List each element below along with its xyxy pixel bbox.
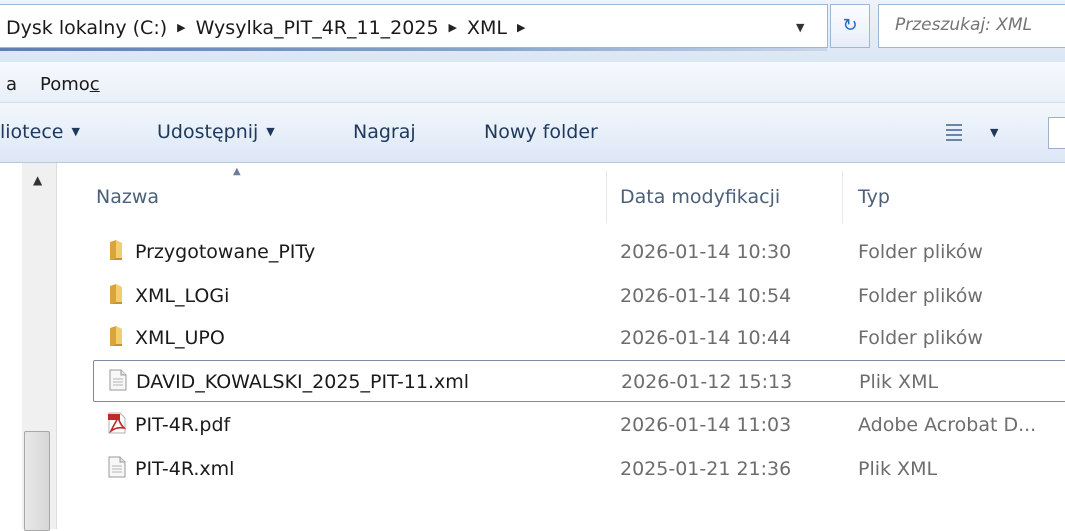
xml-file-icon — [108, 456, 126, 478]
file-date: 2025-01-21 21:36 — [620, 458, 792, 480]
view-options-chevron-icon[interactable]: ▼ — [990, 126, 998, 139]
search-box[interactable] — [878, 4, 1065, 48]
search-input[interactable] — [893, 14, 1065, 36]
file-type: Plik XML — [859, 371, 939, 393]
menu-item-help-label: Pomo — [40, 74, 90, 95]
file-name: PIT-4R.pdf — [135, 414, 231, 436]
refresh-button[interactable]: ↻ — [830, 4, 870, 48]
burn-button[interactable]: Nagraj — [353, 121, 416, 143]
file-row[interactable]: XML_UPO 2026-01-14 10:44 Folder plików — [93, 317, 1065, 359]
menu-item-help[interactable]: Pomoc — [40, 74, 100, 95]
share-button[interactable]: Udostępnij ▼ — [157, 121, 275, 143]
column-header-name[interactable]: Nazwa — [96, 186, 159, 208]
file-row[interactable]: XML_LOGi 2026-01-14 10:54 Folder plików — [93, 275, 1065, 317]
file-date: 2026-01-14 10:30 — [620, 241, 792, 263]
file-name: Przygotowane_PITy — [135, 241, 316, 263]
file-row[interactable]: Przygotowane_PITy 2026-01-14 10:30 Folde… — [93, 231, 1065, 273]
address-bar: Dysk lokalny (C:) ▶ Wysylka_PIT_4R_11_2025… — [0, 0, 1065, 62]
column-divider[interactable] — [842, 171, 843, 223]
file-row-selected[interactable]: DAVID_KOWALSKI_2025_PIT-11.xml 2026-01-1… — [93, 360, 1065, 402]
view-options-icon[interactable] — [946, 121, 962, 141]
command-bar: liotece ▼ Udostępnij ▼ Nagraj Nowy folder … — [0, 103, 1065, 163]
breadcrumb-separator-icon[interactable]: ▶ — [449, 21, 457, 34]
file-type: Plik XML — [858, 458, 938, 480]
file-type: Folder plików — [858, 241, 983, 263]
share-label: Udostępnij — [157, 121, 259, 143]
menu-bar: a Pomoc — [0, 62, 1065, 103]
breadcrumb-folder[interactable]: Wysylka_PIT_4R_11_2025 — [196, 17, 439, 39]
file-row[interactable]: PIT-4R.pdf 2026-01-14 11:03 Adobe Acroba… — [93, 404, 1065, 446]
breadcrumb-current[interactable]: XML — [467, 17, 507, 39]
breadcrumb[interactable]: Dysk lokalny (C:) ▶ Wysylka_PIT_4R_11_2025… — [0, 4, 828, 51]
menu-item-partial[interactable]: a — [6, 74, 17, 95]
file-name: PIT-4R.xml — [135, 458, 235, 480]
folder-icon — [110, 284, 122, 304]
folder-icon — [110, 240, 122, 260]
file-name: DAVID_KOWALSKI_2025_PIT-11.xml — [136, 371, 470, 393]
chevron-down-icon: ▼ — [71, 125, 80, 138]
menu-item-help-mnemonic: c — [89, 74, 100, 95]
file-date: 2026-01-12 15:13 — [621, 371, 793, 393]
file-type: Folder plików — [858, 285, 983, 307]
preview-pane-button[interactable] — [1048, 117, 1065, 149]
file-name: XML_LOGi — [135, 285, 230, 307]
file-type: Adobe Acrobat D... — [858, 414, 1037, 436]
address-dropdown-icon[interactable]: ▼ — [796, 21, 804, 34]
file-date: 2026-01-14 10:54 — [620, 285, 792, 307]
breadcrumb-drive[interactable]: Dysk lokalny (C:) — [6, 17, 167, 39]
pdf-file-icon — [108, 412, 127, 434]
column-divider[interactable] — [606, 171, 607, 223]
breadcrumb-separator-icon[interactable]: ▶ — [517, 21, 525, 34]
chevron-down-icon: ▼ — [266, 125, 275, 138]
include-in-library-button[interactable]: liotece ▼ — [0, 121, 80, 143]
file-date: 2026-01-14 10:44 — [620, 327, 792, 349]
file-row[interactable]: PIT-4R.xml 2025-01-21 21:36 Plik XML — [93, 448, 1065, 490]
folder-icon — [110, 326, 122, 346]
column-header-type[interactable]: Typ — [858, 186, 890, 208]
xml-file-icon — [109, 369, 127, 391]
breadcrumb-separator-icon[interactable]: ▶ — [177, 21, 185, 34]
column-headers: Nazwa Data modyfikacji Typ — [0, 163, 1065, 223]
file-name: XML_UPO — [135, 327, 225, 349]
include-in-library-label: liotece — [0, 121, 64, 143]
file-type: Folder plików — [858, 327, 983, 349]
file-date: 2026-01-14 11:03 — [620, 414, 792, 436]
sort-ascending-icon: ▲ — [233, 166, 241, 177]
scrollbar-thumb[interactable] — [24, 431, 50, 531]
column-header-date[interactable]: Data modyfikacji — [620, 186, 780, 208]
refresh-icon: ↻ — [842, 15, 858, 36]
new-folder-button[interactable]: Nowy folder — [484, 121, 598, 143]
